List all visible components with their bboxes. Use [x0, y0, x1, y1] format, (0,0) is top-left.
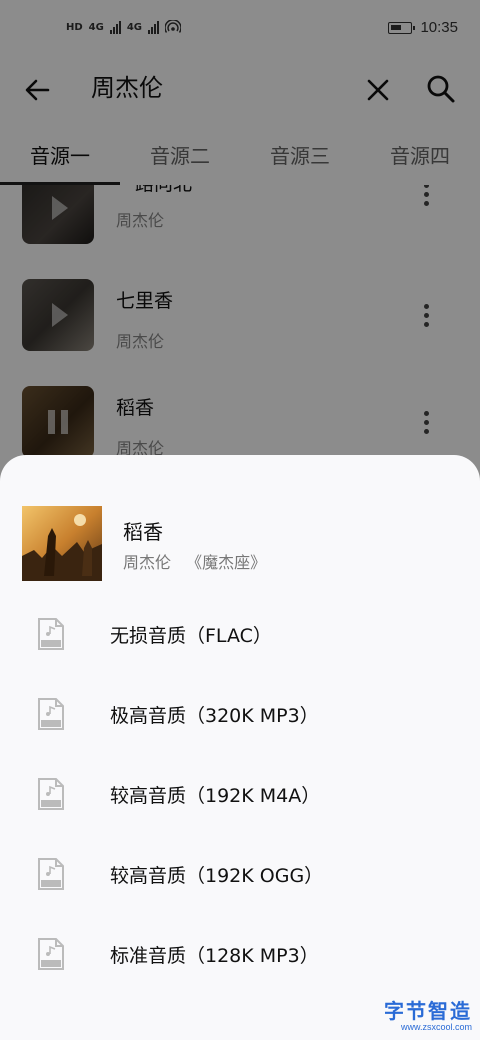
- sheet-artist: 周杰伦: [123, 553, 172, 572]
- album-cover: [22, 506, 102, 581]
- sheet-song-title: 稻香: [123, 520, 163, 544]
- quality-label: 较高音质（192K M4A）: [110, 785, 321, 807]
- watermark-url: www.zsxcool.com: [400, 1022, 472, 1032]
- flac-file-icon: [38, 618, 64, 650]
- quality-label: 无损音质（FLAC）: [110, 625, 272, 647]
- sheet-song-meta: 周杰伦 《魔杰座》: [123, 549, 266, 573]
- watermark-logo: 字节智造 www.zsxcool.com: [384, 1000, 472, 1032]
- quality-label: 较高音质（192K OGG）: [110, 865, 324, 887]
- quality-option-192k-ogg[interactable]: 较高音质（192K OGG）: [0, 835, 480, 915]
- quality-option-flac[interactable]: 无损音质（FLAC）: [0, 595, 480, 675]
- quality-label: 极高音质（320K MP3）: [110, 705, 319, 727]
- quality-option-320k-mp3[interactable]: 极高音质（320K MP3）: [0, 675, 480, 755]
- quality-option-128k-mp3[interactable]: 标准音质（128K MP3）: [0, 915, 480, 995]
- ogg-file-icon: [38, 858, 64, 890]
- quality-option-192k-m4a[interactable]: 较高音质（192K M4A）: [0, 755, 480, 835]
- watermark-title: 字节智造: [384, 999, 472, 1023]
- quality-bottom-sheet: 稻香 周杰伦 《魔杰座》 无损音质（FLAC） 极高音质（320K MP3） 较…: [0, 455, 480, 1040]
- sheet-album: 《魔杰座》: [186, 553, 267, 572]
- m4a-file-icon: [38, 778, 64, 810]
- quality-label: 标准音质（128K MP3）: [110, 945, 319, 967]
- mp3-file-icon: [38, 938, 64, 970]
- mp3-file-icon: [38, 698, 64, 730]
